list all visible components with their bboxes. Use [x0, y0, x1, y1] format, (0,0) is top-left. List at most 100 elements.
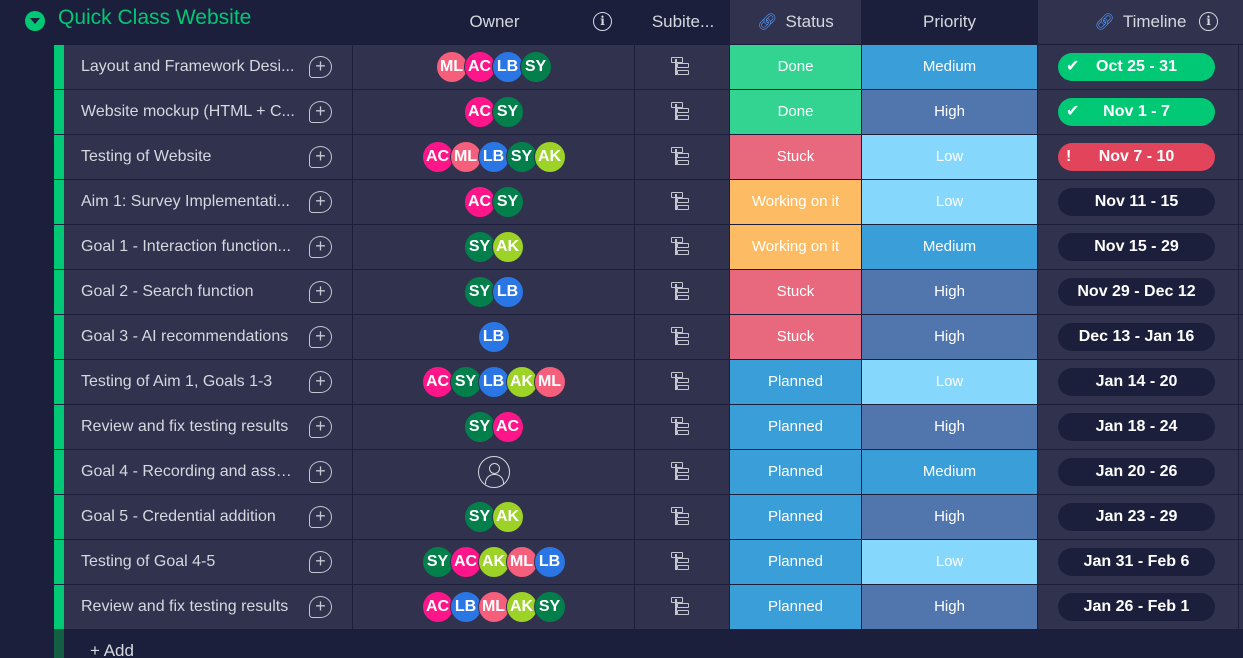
person-icon[interactable]	[477, 456, 510, 488]
column-header-subitems[interactable]: Subite...	[636, 0, 730, 44]
avatar[interactable]: ML	[477, 591, 510, 623]
avatar[interactable]: AK	[477, 546, 510, 578]
subitems-cell[interactable]	[635, 315, 729, 359]
avatar[interactable]: SY	[491, 186, 524, 218]
owner-cell[interactable]: SY LB	[353, 270, 634, 314]
status-cell[interactable]: Stuck	[730, 135, 861, 179]
task-name-cell[interactable]: Testing of Aim 1, Goals 1-3 +	[54, 360, 352, 404]
task-name-cell[interactable]: Goal 3 - AI recommendations +	[54, 315, 352, 359]
avatar[interactable]: AC	[421, 366, 454, 398]
timeline-pill[interactable]: Jan 26 - Feb 1	[1058, 593, 1215, 621]
timeline-cell[interactable]: Jan 26 - Feb 1	[1038, 585, 1238, 629]
status-cell[interactable]: Planned	[730, 540, 861, 584]
task-name[interactable]: Goal 3 - AI recommendations	[81, 315, 296, 359]
subitems-cell[interactable]	[635, 360, 729, 404]
task-name[interactable]: Goal 4 - Recording and asse...	[81, 450, 296, 494]
subitems-icon[interactable]	[671, 327, 690, 345]
timeline-pill[interactable]: Jan 14 - 20	[1058, 368, 1215, 396]
priority-cell[interactable]: Low	[862, 540, 1037, 584]
add-update-icon[interactable]: +	[309, 101, 332, 123]
priority-cell[interactable]: Low	[862, 180, 1037, 224]
priority-cell[interactable]: Medium	[862, 225, 1037, 269]
add-update-icon[interactable]: +	[309, 461, 332, 483]
add-item-row[interactable]: + Add	[54, 629, 1243, 658]
owner-cell[interactable]: SY AC AK ML LB	[353, 540, 634, 584]
avatar[interactable]: SY	[533, 591, 566, 623]
status-cell[interactable]: Planned	[730, 450, 861, 494]
task-name[interactable]: Testing of Website	[81, 135, 296, 179]
avatar[interactable]: LB	[491, 51, 524, 83]
task-name[interactable]: Goal 2 - Search function	[81, 270, 296, 314]
task-name-cell[interactable]: Goal 5 - Credential addition +	[54, 495, 352, 539]
add-update-icon[interactable]: +	[309, 146, 332, 168]
add-update-icon[interactable]: +	[309, 371, 332, 393]
avatar[interactable]: SY	[519, 51, 552, 83]
avatar[interactable]: AC	[449, 546, 482, 578]
add-update-icon[interactable]: +	[309, 416, 332, 438]
timeline-pill[interactable]: Nov 11 - 15	[1058, 188, 1215, 216]
status-cell[interactable]: Planned	[730, 360, 861, 404]
avatar[interactable]: AC	[491, 411, 524, 443]
status-cell[interactable]: Planned	[730, 495, 861, 539]
task-name[interactable]: Website mockup (HTML + C...	[81, 90, 296, 134]
timeline-cell[interactable]: Dec 13 - Jan 16	[1038, 315, 1238, 359]
task-name-cell[interactable]: Goal 2 - Search function +	[54, 270, 352, 314]
status-cell[interactable]: Done	[730, 45, 861, 89]
timeline-cell[interactable]: Jan 18 - 24	[1038, 405, 1238, 449]
timeline-pill[interactable]: ! Nov 7 - 10	[1058, 143, 1215, 171]
status-cell[interactable]: Stuck	[730, 270, 861, 314]
task-name-cell[interactable]: Goal 1 - Interaction function... +	[54, 225, 352, 269]
timeline-cell[interactable]: Jan 31 - Feb 6	[1038, 540, 1238, 584]
subitems-icon[interactable]	[671, 192, 690, 210]
timeline-pill[interactable]: Jan 31 - Feb 6	[1058, 548, 1215, 576]
task-name[interactable]: Goal 1 - Interaction function...	[81, 225, 296, 269]
subitems-cell[interactable]	[635, 90, 729, 134]
add-update-icon[interactable]: +	[309, 596, 332, 618]
timeline-cell[interactable]: ✔ Oct 25 - 31	[1038, 45, 1238, 89]
add-update-icon[interactable]: +	[309, 191, 332, 213]
priority-cell[interactable]: High	[862, 405, 1037, 449]
priority-cell[interactable]: High	[862, 90, 1037, 134]
subitems-cell[interactable]	[635, 180, 729, 224]
priority-cell[interactable]: High	[862, 585, 1037, 629]
subitems-cell[interactable]	[635, 270, 729, 314]
avatar[interactable]: ML	[505, 546, 538, 578]
priority-cell[interactable]: High	[862, 270, 1037, 314]
avatar[interactable]: LB	[491, 276, 524, 308]
timeline-pill[interactable]: Jan 18 - 24	[1058, 413, 1215, 441]
avatar[interactable]: LB	[533, 546, 566, 578]
avatar[interactable]: LB	[477, 366, 510, 398]
subitems-icon[interactable]	[671, 597, 690, 615]
chevron-down-icon[interactable]	[25, 11, 45, 31]
timeline-pill[interactable]: Jan 23 - 29	[1058, 503, 1215, 531]
timeline-pill[interactable]: Dec 13 - Jan 16	[1058, 323, 1215, 351]
task-name[interactable]: Testing of Aim 1, Goals 1-3	[81, 360, 296, 404]
avatar[interactable]: LB	[449, 591, 482, 623]
owner-cell[interactable]: SY AC	[353, 405, 634, 449]
subitems-cell[interactable]	[635, 495, 729, 539]
owner-cell[interactable]: AC SY LB AK ML	[353, 360, 634, 404]
owner-cell[interactable]: AC LB ML AK SY	[353, 585, 634, 629]
subitems-cell[interactable]	[635, 45, 729, 89]
avatar[interactable]: SY	[491, 96, 524, 128]
avatar[interactable]: SY	[449, 366, 482, 398]
status-cell[interactable]: Planned	[730, 405, 861, 449]
subitems-icon[interactable]	[671, 507, 690, 525]
priority-cell[interactable]: High	[862, 495, 1037, 539]
subitems-icon[interactable]	[671, 372, 690, 390]
add-update-icon[interactable]: +	[309, 236, 332, 258]
subitems-cell[interactable]	[635, 135, 729, 179]
timeline-cell[interactable]: Jan 20 - 26	[1038, 450, 1238, 494]
avatar[interactable]: SY	[421, 546, 454, 578]
task-name[interactable]: Layout and Framework Desi...	[81, 45, 296, 89]
avatar[interactable]: SY	[463, 276, 496, 308]
subitems-icon[interactable]	[671, 552, 690, 570]
status-cell[interactable]: Working on it	[730, 180, 861, 224]
avatar[interactable]: ML	[533, 366, 566, 398]
add-update-icon[interactable]: +	[309, 551, 332, 573]
task-name[interactable]: Testing of Goal 4-5	[81, 540, 296, 584]
avatar[interactable]: AC	[463, 51, 496, 83]
task-name[interactable]: Review and fix testing results	[81, 405, 296, 449]
avatar[interactable]: AK	[491, 501, 524, 533]
task-name[interactable]: Goal 5 - Credential addition	[81, 495, 296, 539]
